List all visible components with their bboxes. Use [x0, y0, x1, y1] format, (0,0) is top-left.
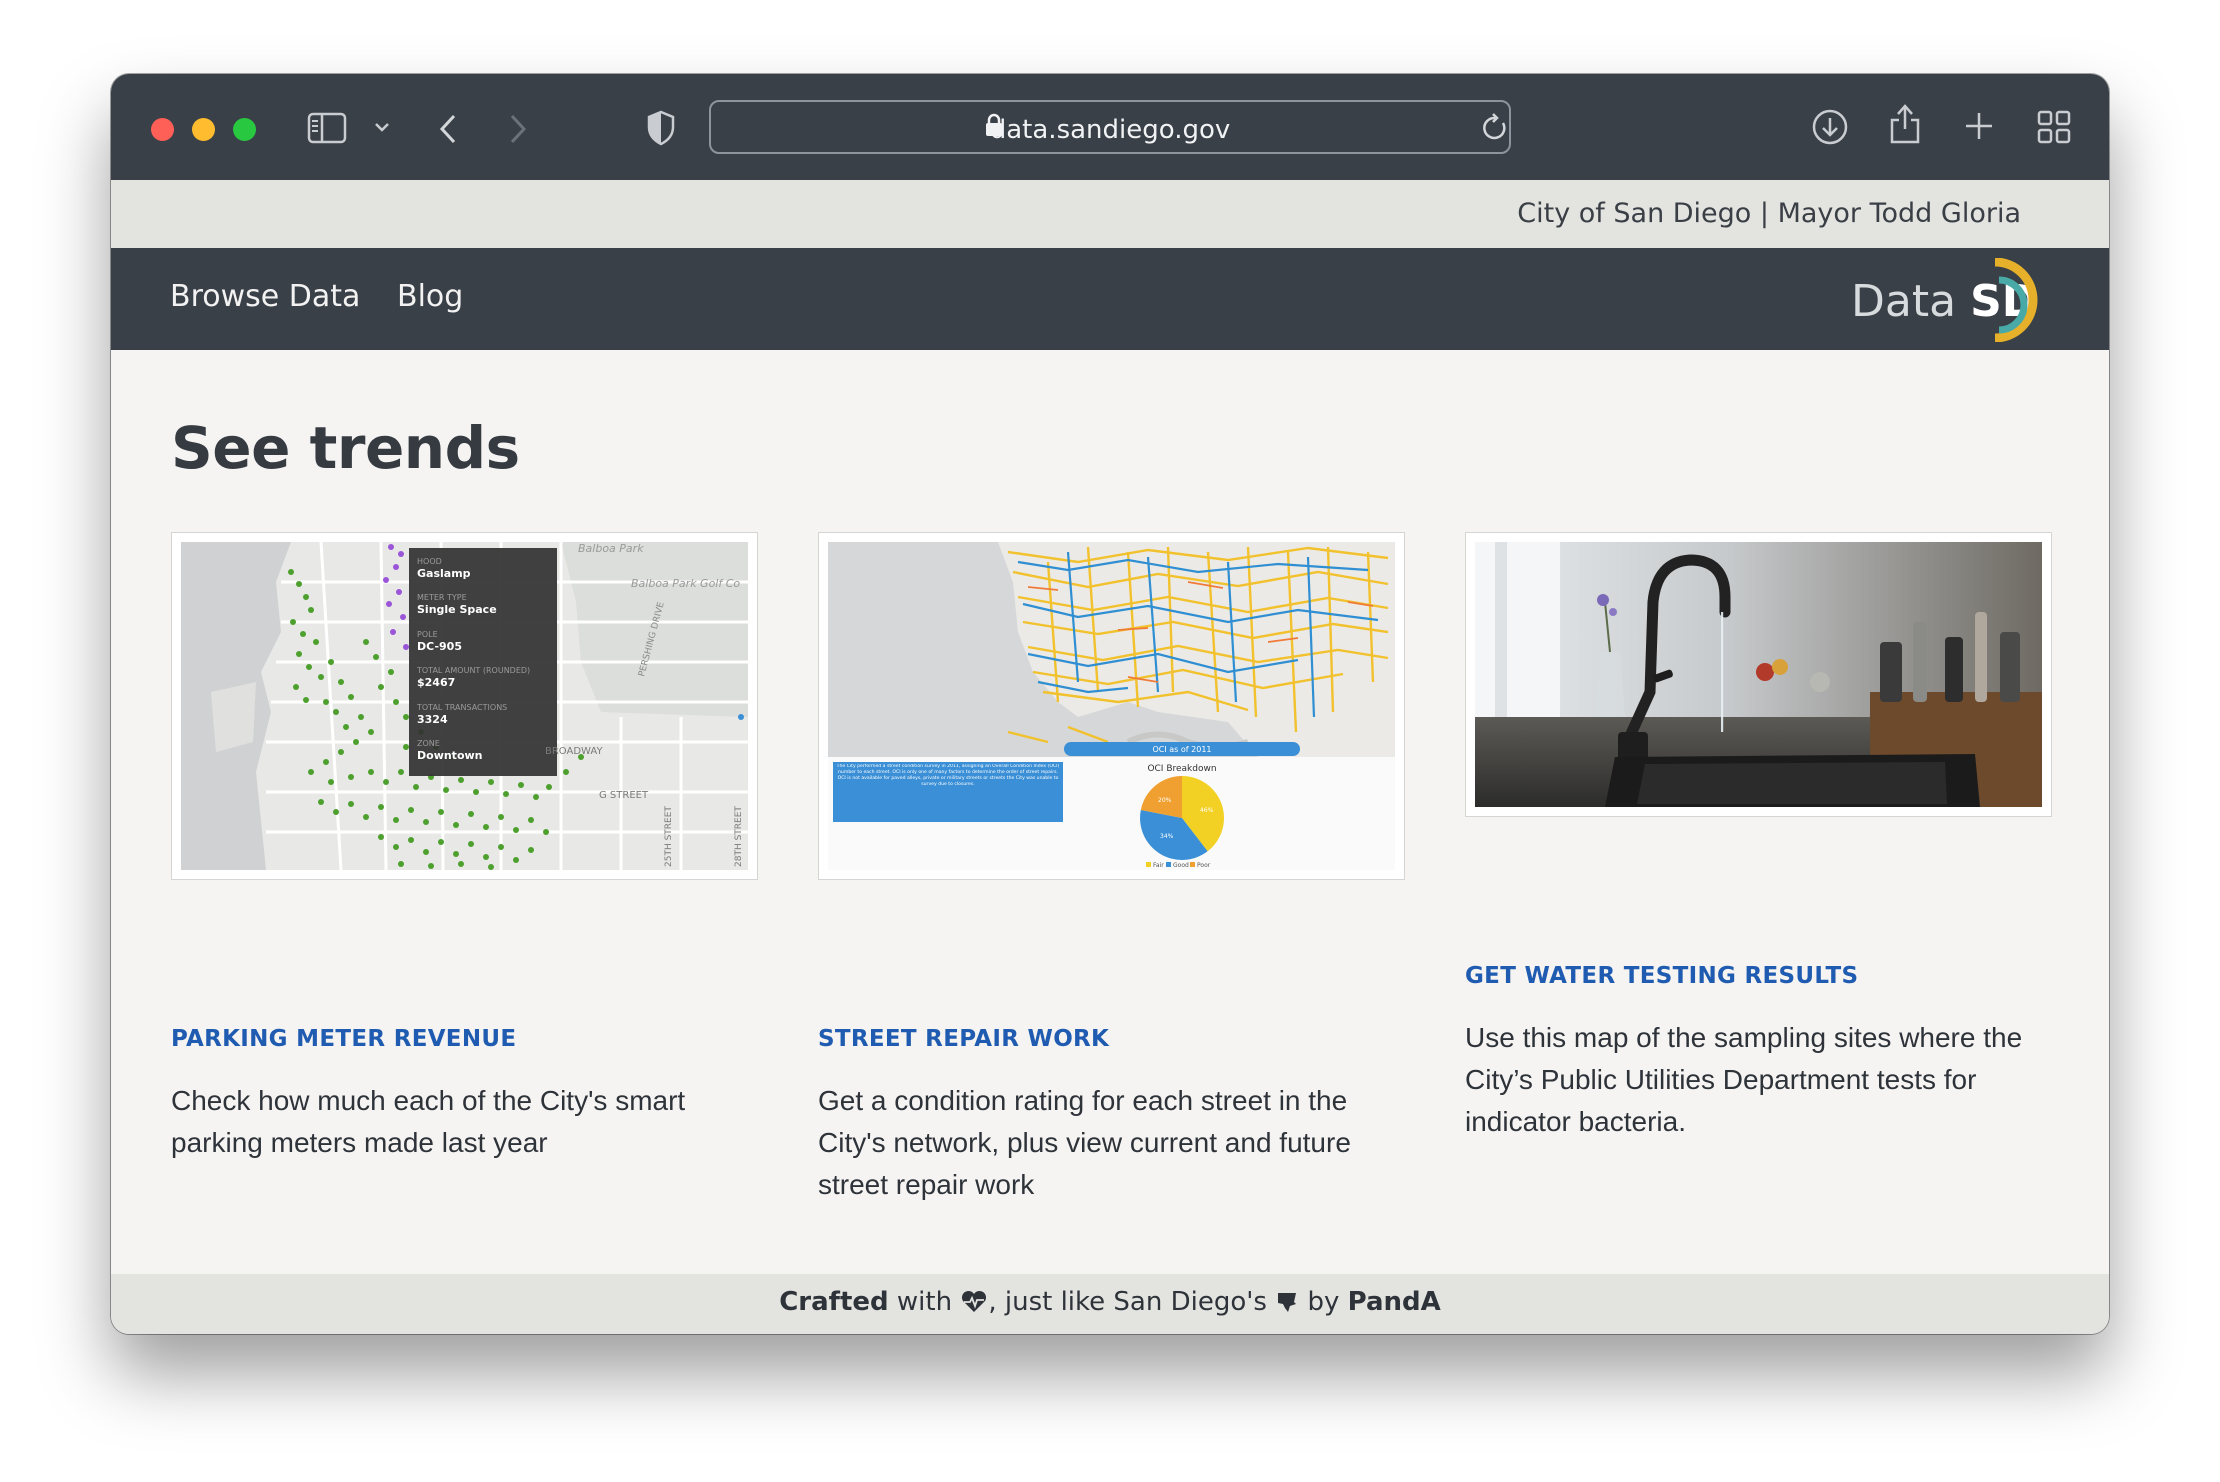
url-text: data.sandiego.gov: [989, 115, 1231, 145]
city-bar: City of San Diego | Mayor Todd Gloria: [111, 180, 2109, 248]
logo-word: Data: [1851, 276, 1957, 327]
tooltip-value-pole: DC-905: [417, 640, 462, 653]
tooltip-label-hood: HOOD: [417, 557, 442, 566]
main-nav: Browse Data Blog Data SD: [111, 248, 2109, 350]
address-bar[interactable]: data.sandiego.gov: [709, 100, 1511, 154]
pie-label-good: 34%: [1160, 833, 1174, 840]
tooltip-value-total-transactions: 3324: [417, 713, 448, 726]
footer-middle: , just like San Diego's: [988, 1287, 1267, 1317]
sidebar-icon[interactable]: [307, 112, 347, 144]
new-tab-icon[interactable]: [1963, 110, 1995, 142]
back-icon[interactable]: [436, 112, 460, 146]
map-label-25th-street: 25TH STREET: [664, 806, 674, 867]
browser-toolbar: data.sandiego.gov: [111, 74, 2109, 181]
tab-overview-icon[interactable]: [2037, 110, 2071, 144]
water-photo-thumbnail[interactable]: [1465, 532, 2052, 817]
lock-icon: [985, 113, 1003, 137]
logo-arc-icon: [1991, 257, 2051, 347]
tooltip-label-meter-type: METER TYPE: [417, 593, 467, 602]
download-icon[interactable]: [1811, 108, 1849, 146]
tooltip-label-zone: ZONE: [417, 739, 440, 748]
pie-label-fair: 46%: [1200, 807, 1214, 814]
street-map-thumbnail[interactable]: OCI as of 2011 The City performed a stre…: [818, 532, 1405, 880]
parking-meter-revenue-link[interactable]: PARKING METER REVENUE: [171, 1026, 516, 1052]
street-map-image: OCI as of 2011 The City performed a stre…: [828, 542, 1395, 870]
reload-icon[interactable]: [1481, 113, 1509, 143]
water-testing-description: Use this map of the sampling sites where…: [1465, 1022, 2023, 1137]
close-window-button[interactable]: [151, 118, 174, 141]
tooltip-value-total-amount: $2467: [417, 676, 455, 689]
parking-map-image: HOOD Gaslamp METER TYPE Single Space POL…: [181, 541, 748, 871]
map-label-broadway: BROADWAY: [545, 746, 603, 757]
map-label-balboa-park: Balboa Park: [578, 542, 644, 555]
kitchen-sink-photo: [1475, 542, 2042, 807]
tooltip-value-hood: Gaslamp: [417, 567, 471, 580]
city-mayor-link[interactable]: City of San Diego | Mayor Todd Gloria: [1517, 198, 2021, 229]
oci-info-text: The City performed a street condition su…: [836, 764, 1060, 787]
pie-label-poor: 20%: [1158, 797, 1172, 804]
legend-poor: Poor: [1197, 862, 1211, 869]
oci-dropdown[interactable]: OCI as of 2011: [1152, 745, 1211, 754]
footer-author[interactable]: PandA: [1348, 1287, 1441, 1317]
footer-credit: Crafted with , just like San Diego's by …: [111, 1274, 2109, 1321]
heart-icon: [960, 1290, 988, 1321]
map-label-golf-course: Balboa Park Golf Co: [631, 577, 740, 590]
minimize-window-button[interactable]: [192, 118, 215, 141]
street-repair-description: Get a condition rating for each street i…: [818, 1085, 1351, 1200]
zoom-window-button[interactable]: [233, 118, 256, 141]
tooltip-label-total-transactions: TOTAL TRANSACTIONS: [416, 703, 507, 712]
page-heading: See trends: [171, 414, 520, 482]
footer-with: with: [896, 1287, 953, 1317]
oci-chart-title: OCI Breakdown: [1147, 764, 1216, 774]
chevron-down-icon[interactable]: [373, 120, 391, 134]
tooltip-label-total-amount: TOTAL AMOUNT (ROUNDED): [416, 666, 530, 675]
street-repair-work-link[interactable]: STREET REPAIR WORK: [818, 1026, 1109, 1052]
footer-crafted: Crafted: [779, 1287, 889, 1317]
parking-meter-description: Check how much each of the City's smart …: [171, 1085, 686, 1158]
nav-blog[interactable]: Blog: [397, 279, 463, 314]
tooltip-label-pole: POLE: [417, 630, 438, 639]
legend-good: Good: [1173, 862, 1189, 869]
legend-fair: Fair: [1153, 862, 1164, 869]
privacy-shield-icon[interactable]: [646, 110, 676, 146]
browser-window: data.sandiego.gov City of San Diego | Ma…: [111, 74, 2109, 1334]
flag-icon: [1275, 1290, 1299, 1321]
tooltip-value-zone: Downtown: [417, 749, 483, 762]
footer-by: by: [1307, 1287, 1340, 1317]
map-label-28th-street: 28TH STREET: [734, 806, 744, 867]
parking-map-thumbnail[interactable]: HOOD Gaslamp METER TYPE Single Space POL…: [171, 532, 758, 880]
forward-icon[interactable]: [506, 112, 530, 146]
map-label-g-street: G STREET: [599, 790, 649, 801]
nav-browse-data[interactable]: Browse Data: [170, 279, 360, 314]
water-testing-link[interactable]: GET WATER TESTING RESULTS: [1465, 963, 1858, 989]
tooltip-value-meter-type: Single Space: [417, 603, 497, 616]
page-footer: Crafted with , just like San Diego's by …: [111, 1274, 2109, 1334]
share-icon[interactable]: [1888, 102, 1922, 146]
